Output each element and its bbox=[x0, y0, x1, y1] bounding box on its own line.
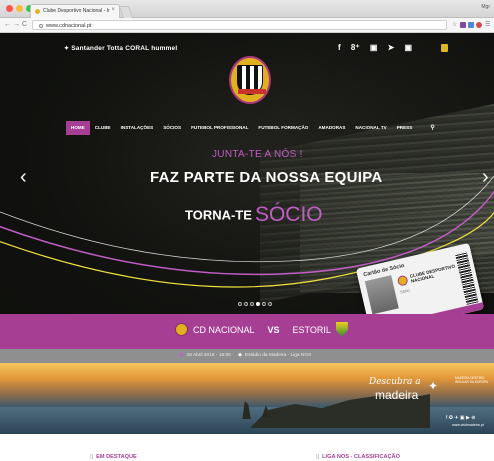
twitter-icon[interactable]: ➤ bbox=[388, 43, 395, 52]
versus-label: VS bbox=[267, 324, 280, 335]
nav-home[interactable]: HOME bbox=[66, 121, 90, 135]
nav-clube[interactable]: CLUBE bbox=[90, 121, 116, 135]
shop-bag-icon[interactable] bbox=[441, 44, 448, 52]
extension-icon[interactable] bbox=[468, 22, 474, 28]
slider-dot[interactable] bbox=[238, 302, 242, 306]
hero-cta-highlight: SÓCIO bbox=[254, 203, 323, 226]
nav-amadoras[interactable]: AMADORAS bbox=[313, 121, 350, 135]
match-info-bar: ▦ 26 Abril 2016 - 16:00 ◆ Estádio da Madei… bbox=[0, 349, 494, 363]
nacional-badge-icon bbox=[175, 323, 188, 336]
section-liga-classificacao: || LIGA NOS - CLASSIFICAÇÃO bbox=[316, 454, 400, 460]
hero-slider: ✦ Santander Totta CORAL hummel f 8⁺ ▣ ➤ ▣… bbox=[0, 33, 494, 314]
address-bar-row: ← → C www.cdnacional.pt ☆ ☰ bbox=[0, 18, 494, 33]
nav-instalacoes[interactable]: INSTALAÇÕES bbox=[116, 121, 159, 135]
hero-cta-text: TORNA-TE SÓCIO bbox=[185, 203, 323, 227]
club-crest-logo[interactable] bbox=[229, 56, 271, 104]
search-icon[interactable]: ⚲ bbox=[425, 121, 439, 135]
hero-cta-prefix: TORNA-TE bbox=[185, 207, 252, 223]
new-tab-button[interactable] bbox=[118, 6, 134, 18]
forward-icon[interactable]: → bbox=[13, 21, 20, 29]
googleplus-icon[interactable]: 8⁺ bbox=[351, 43, 360, 52]
close-window-icon[interactable] bbox=[6, 5, 13, 12]
bookmark-star-icon[interactable]: ☆ bbox=[452, 21, 457, 29]
social-links: f 8⁺ ▣ ➤ ▣ bbox=[338, 43, 420, 52]
facebook-icon[interactable]: f bbox=[338, 43, 341, 52]
card-label: Sócio bbox=[399, 288, 410, 295]
youtube-icon[interactable]: ▣ bbox=[405, 43, 413, 52]
banner-brand: madeira bbox=[375, 388, 419, 402]
calendar-icon: ▦ bbox=[179, 353, 184, 358]
page-info-icon[interactable] bbox=[39, 24, 43, 28]
banner-tagline: Descubra a bbox=[369, 377, 421, 387]
nav-futebol-formacao[interactable]: FUTEBOL FORMAÇÃO bbox=[253, 121, 313, 135]
browser-window: Clube Desportivo Nacional - Ir × Mgr ← →… bbox=[0, 0, 494, 461]
extension-icon[interactable] bbox=[460, 22, 466, 28]
main-nav: HOME CLUBE INSTALAÇÕES SÓCIOS FUTEBOL PR… bbox=[66, 121, 440, 135]
slider-dot[interactable] bbox=[268, 302, 272, 306]
banner-url: www.visitmadeira.pt bbox=[452, 423, 484, 427]
slider-next-icon[interactable]: › bbox=[482, 166, 489, 189]
banner-seal: MADEIRA DESTINO INSULAR DA EUROPA bbox=[455, 376, 489, 384]
home-team: CD NACIONAL bbox=[193, 324, 255, 335]
location-icon: ◆ bbox=[238, 353, 242, 358]
bird-logo-icon: ✦ bbox=[428, 379, 439, 393]
match-date: 26 Abril 2016 - 16:00 bbox=[186, 353, 231, 358]
card-crest-icon bbox=[396, 274, 409, 287]
instagram-icon[interactable]: ▣ bbox=[370, 43, 378, 52]
hero-headline: FAZ PARTE DA NOSSA EQUIPA bbox=[150, 169, 383, 186]
slider-dots bbox=[238, 302, 272, 306]
favicon-icon bbox=[35, 9, 40, 14]
menu-icon[interactable]: ☰ bbox=[485, 21, 490, 29]
card-photo bbox=[364, 275, 399, 314]
estoril-badge-icon bbox=[335, 322, 348, 337]
browser-tab[interactable]: Clube Desportivo Nacional - Ir × bbox=[30, 4, 120, 18]
slider-dot[interactable] bbox=[250, 302, 254, 306]
title-bar: Clube Desportivo Nacional - Ir × Mgr bbox=[0, 0, 494, 18]
away-team: ESTORIL bbox=[292, 324, 331, 335]
website: ✦ Santander Totta CORAL hummel f 8⁺ ▣ ➤ ▣… bbox=[0, 33, 494, 461]
tab-title: Clube Desportivo Nacional - Ir bbox=[43, 8, 110, 14]
tab-close-icon[interactable]: × bbox=[111, 7, 115, 13]
slider-dot[interactable] bbox=[244, 302, 248, 306]
url-input[interactable]: www.cdnacional.pt bbox=[32, 20, 447, 30]
reload-icon[interactable]: C bbox=[22, 21, 27, 29]
url-text: www.cdnacional.pt bbox=[46, 23, 92, 29]
profile-name[interactable]: Mgr bbox=[481, 4, 490, 10]
back-icon[interactable]: ← bbox=[4, 21, 11, 29]
extension-icon[interactable] bbox=[476, 22, 482, 28]
sponsors-logos: ✦ Santander Totta CORAL hummel bbox=[64, 45, 178, 52]
slider-dot-active[interactable] bbox=[256, 302, 260, 306]
nav-press[interactable]: PRESS bbox=[392, 121, 418, 135]
visit-madeira-banner[interactable]: Descubra a madeira ✦ MADEIRA DESTINO INS… bbox=[0, 363, 494, 434]
section-em-destaque: || EM DESTAQUE bbox=[90, 454, 137, 460]
next-match-bar[interactable]: CD NACIONAL VS ESTORIL bbox=[0, 314, 494, 349]
match-teams: CD NACIONAL VS ESTORIL bbox=[175, 322, 348, 337]
banner-social-icons: f ✪ ✈ ▣ ▶ ⊕ bbox=[446, 415, 476, 421]
slider-prev-icon[interactable]: ‹ bbox=[20, 166, 27, 189]
nav-socios[interactable]: SÓCIOS bbox=[158, 121, 186, 135]
hero-kicker: JUNTA-TE A NÓS ! bbox=[212, 149, 303, 160]
nav-nacional-tv[interactable]: NACIONAL TV bbox=[350, 121, 391, 135]
slider-dot[interactable] bbox=[262, 302, 266, 306]
nav-futebol-profissional[interactable]: FUTEBOL PROFISSIONAL bbox=[186, 121, 253, 135]
minimize-window-icon[interactable] bbox=[16, 5, 23, 12]
content-sections: || EM DESTAQUE || LIGA NOS - CLASSIFICAÇÃO bbox=[0, 434, 494, 461]
match-venue: Estádio da Madeira - Liga NOS bbox=[244, 353, 312, 358]
